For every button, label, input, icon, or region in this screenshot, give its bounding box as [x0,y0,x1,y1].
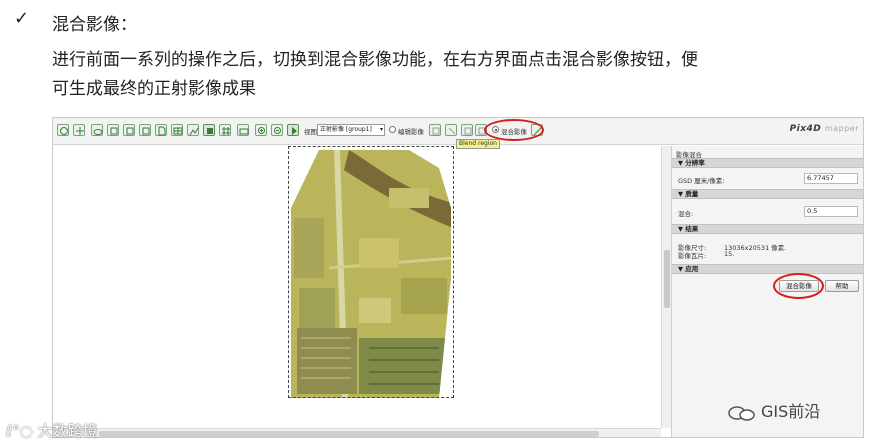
horizontal-scroll-thumb[interactable] [99,431,599,437]
edit-tool-icon[interactable] [461,124,473,136]
camera-icon[interactable] [237,124,249,136]
section-heading: 混合影像： [52,15,137,35]
tile-count-value: 15. [724,250,735,258]
section-apply[interactable]: ▼ 应用 [672,264,863,274]
paragraph-line-1: 进行前面一系列的操作之后，切换到混合影像功能，在右方界面点击混合影像按钮，便 [52,50,698,70]
watermark-right: GIS前沿 [727,398,820,422]
highlight-ring-button [773,273,824,299]
tile-count-label: 影像瓦片: [678,252,707,260]
paragraph-line-2: 可生成最终的正射影像成果 [52,79,256,99]
grid-icon[interactable] [219,124,231,136]
highlight-ring-toolbar [484,119,544,141]
check-mark-icon: ✓ [14,8,30,29]
section-result[interactable]: ▼ 结果 [672,224,863,234]
watermark-left: ℓ°◌ 大数跨境 [6,422,98,440]
help-button[interactable]: 帮助 [825,280,859,292]
table-icon[interactable] [171,124,183,136]
view-select[interactable]: 正射影像 [group1] ▾ [317,124,385,136]
blend-region-tag: Blend region [456,139,500,149]
zoom-in-icon[interactable] [255,124,267,136]
blend-region-box[interactable] [288,146,454,398]
edit-image-label: 编辑影像 [398,128,424,136]
edit-tool-icon[interactable] [445,124,457,136]
document-icon[interactable] [155,124,167,136]
pointer-icon[interactable] [287,124,299,136]
blend-label: 混合: [678,210,694,218]
layers-icon[interactable] [57,124,69,136]
section-resolution[interactable]: ▼ 分辨率 [672,158,863,168]
frame-icon[interactable] [107,124,119,136]
wechat-icon [727,405,757,421]
zoom-out-icon[interactable] [271,124,283,136]
vertical-scroll-thumb[interactable] [664,250,670,308]
cloud-icon[interactable] [91,124,103,136]
pix4d-logo: Pix4D mapper [789,124,859,134]
section-quality[interactable]: ▼ 质量 [672,189,863,199]
horizontal-scrollbar[interactable] [53,428,661,437]
app-window: 视图: 正射影像 [group1] ▾ 编辑影像 混合影像 Pix4D mappe… [52,117,864,438]
blend-panel: 影像混合 ▼ 分辨率 GSD 厘米/像素: 6.77457 ▼ 质量 混合: 0… [671,146,863,437]
gsd-field[interactable]: 6.77457 [804,173,858,184]
blend-field[interactable]: 0.5 [804,206,858,217]
vertical-scrollbar[interactable] [661,146,671,428]
edit-image-radio[interactable] [389,126,396,133]
frame-icon[interactable] [123,124,135,136]
chevron-down-icon: ▾ [379,126,383,133]
gsd-label: GSD 厘米/像素: [678,177,725,185]
edit-tool-icon[interactable] [429,124,441,136]
frame-icon[interactable] [139,124,151,136]
chart-icon[interactable] [187,124,199,136]
crosshair-icon[interactable] [73,124,85,136]
tile-icon[interactable] [203,124,215,136]
view-select-value: 正射影像 [group1] [320,126,372,133]
